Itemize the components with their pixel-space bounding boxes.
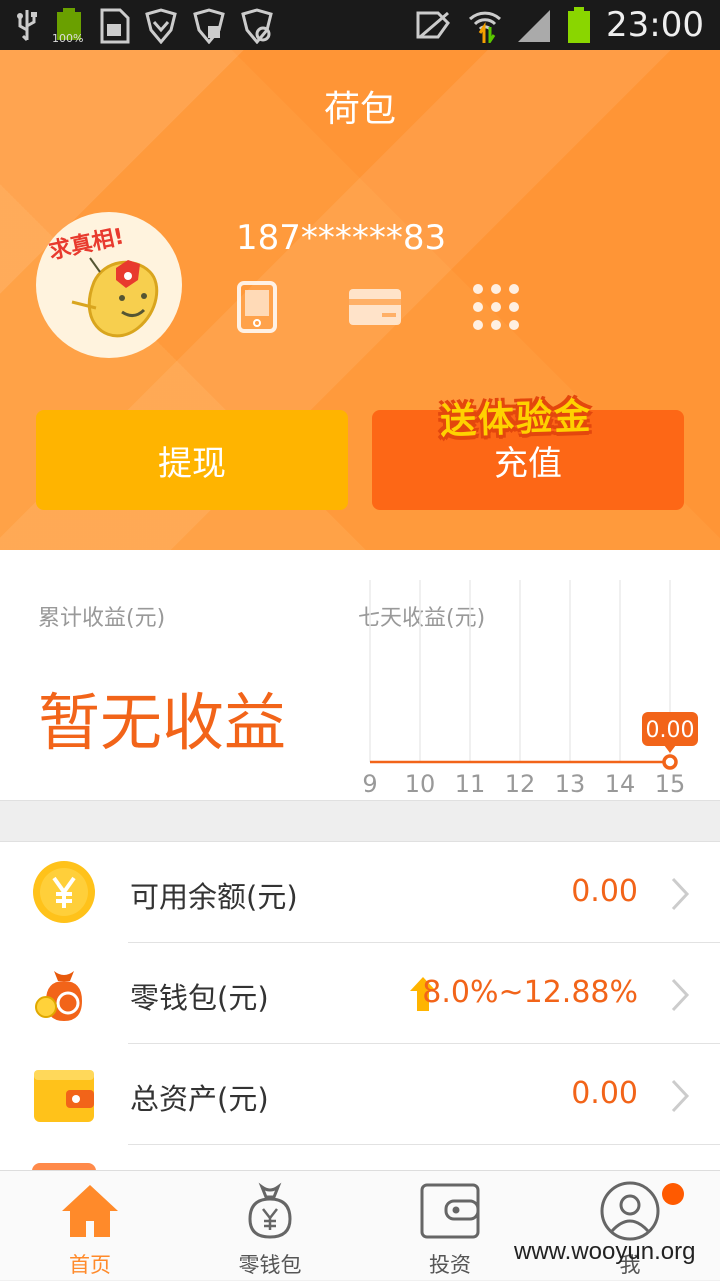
money-bag-icon (35, 971, 82, 1021)
tab-label: 首页 (69, 1253, 111, 1277)
user-icon (600, 1181, 660, 1241)
watermark: www.wooyun.org (514, 1238, 696, 1265)
chart-x-tick-label: 14 (605, 770, 636, 798)
tab-label: 投资 (429, 1253, 471, 1277)
list-item-partial[interactable] (0, 1145, 720, 1172)
avatar[interactable]: 求真相! (36, 212, 182, 358)
notification-dot (662, 1183, 684, 1205)
home-icon (62, 1185, 118, 1237)
money-bag-icon (248, 1182, 292, 1239)
list-item-label: 总资产(元) (130, 1082, 269, 1116)
chart-tooltip-tail (664, 745, 676, 753)
chevron-right-icon (671, 877, 690, 911)
sd-card-icon (100, 8, 130, 44)
battery-full-icon (568, 7, 591, 43)
chart-x-tick-label: 11 (455, 770, 486, 798)
list-item-change-wallet[interactable]: 零钱包(元) 8.0%~12.88% (0, 943, 720, 1044)
list-item-available-balance[interactable]: 可用余额(元) 0.00 (0, 842, 720, 943)
list-item-label: 零钱包(元) (130, 981, 269, 1015)
wallet-header: 荷包 求真相! 187******83 提现 充值 送体验金 (0, 50, 720, 550)
trial-bonus-badge[interactable]: 送体验金 (439, 387, 593, 444)
shield-cube-icon (193, 8, 225, 44)
list-item-label: 可用余额(元) (130, 880, 298, 914)
section-divider (0, 800, 720, 842)
status-bar: 100% 23:00 (0, 0, 720, 50)
usb-icon (17, 10, 37, 42)
shield-icon (145, 8, 177, 44)
status-right-icons: 23:00 (414, 5, 704, 45)
shield-target-icon (241, 8, 273, 44)
total-earnings-value: 暂无收益 (38, 686, 287, 759)
wallet-icon (420, 1183, 480, 1239)
status-left-icons: 100% (14, 8, 274, 45)
earnings-panel: 累计收益(元) 暂无收益 七天收益(元) 9 10 11 12 13 14 15 0.00 (0, 550, 720, 800)
chart-point (662, 754, 678, 770)
chevron-right-icon (671, 1079, 690, 1113)
asset-list: 可用余额(元) 0.00 零钱包(元) 8.0%~12.88% 总资产(元) 0… (0, 842, 720, 1172)
chart-data-label: 0.00 (646, 718, 695, 743)
chart-x-tick-label: 15 (655, 770, 686, 798)
wallet-icon (34, 1070, 94, 1122)
yuan-coin-icon (33, 861, 95, 923)
tab-label: 零钱包 (238, 1253, 302, 1277)
chart-x-tick-label: 9 (362, 770, 377, 798)
page-title: 荷包 (323, 89, 396, 130)
chart-x-tick-label: 13 (555, 770, 586, 798)
bank-card-icon[interactable] (348, 287, 402, 327)
total-earnings-label: 累计收益(元) (38, 606, 166, 631)
account-shortcuts (236, 280, 520, 334)
signal-icon (518, 10, 551, 42)
tab-invest[interactable]: 投资 (360, 1171, 540, 1281)
list-item-total-assets[interactable]: 总资产(元) 0.00 (0, 1044, 720, 1145)
wifi-icon (468, 11, 502, 43)
list-item-value: 8.0%~12.88% (422, 975, 638, 1010)
battery-percent: 100% (52, 32, 84, 45)
week-earnings-chart: 9 10 11 12 13 14 15 0.00 (362, 580, 698, 798)
status-time: 23:00 (606, 5, 704, 45)
chevron-right-icon (671, 978, 690, 1012)
withdraw-button[interactable]: 提现 (36, 410, 348, 510)
phone-number: 187******83 (236, 218, 447, 258)
mute-icon (416, 11, 450, 39)
battery-level-icon: 100% (52, 8, 84, 45)
list-item-value: 0.00 (571, 1076, 638, 1111)
tab-change-wallet[interactable]: 零钱包 (180, 1171, 360, 1281)
list-item-value: 0.00 (571, 874, 638, 909)
chart-x-tick-label: 10 (405, 770, 436, 798)
mobile-phone-icon[interactable] (236, 280, 278, 334)
chart-x-tick-label: 12 (505, 770, 536, 798)
tab-home[interactable]: 首页 (0, 1171, 180, 1281)
apps-grid-icon[interactable] (472, 283, 520, 331)
